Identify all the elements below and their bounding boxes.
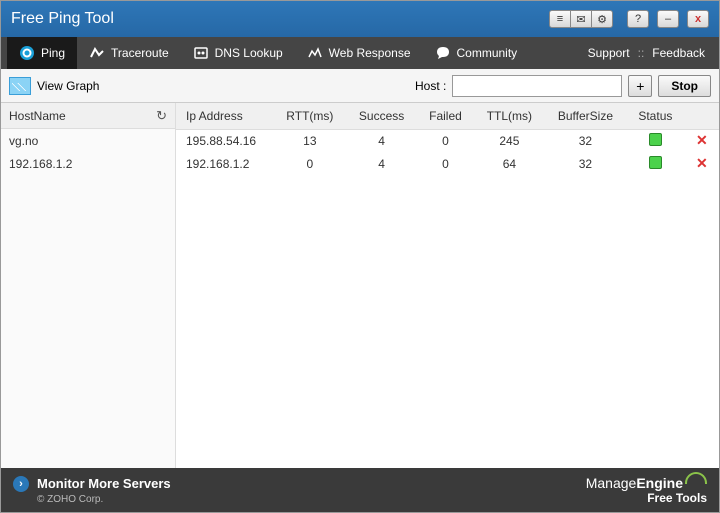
cell-buffer: 32 [545, 152, 626, 175]
help-button[interactable]: ? [627, 10, 649, 28]
graph-icon [9, 77, 31, 95]
toolbar: View Graph Host : + Stop [1, 69, 719, 103]
col-success[interactable]: Success [346, 103, 417, 129]
hostname-header: HostName [9, 109, 66, 123]
menu-label: Community [457, 46, 518, 60]
cell-ttl: 245 [474, 129, 545, 152]
app-title: Free Ping Tool [11, 10, 549, 28]
separator: :: [638, 46, 645, 60]
arrow-right-icon: › [13, 476, 29, 492]
results-table: Ip Address RTT(ms) Success Failed TTL(ms… [176, 103, 719, 175]
host-row[interactable]: 192.168.1.2 [1, 152, 175, 175]
menubar: Ping Traceroute DNS Lookup Web Response … [1, 37, 719, 69]
menu-label: Traceroute [111, 46, 169, 60]
cell-failed: 0 [417, 152, 474, 175]
table-row[interactable]: 195.88.54.16 13 4 0 245 32 ✕ [176, 129, 719, 152]
footer: › Monitor More Servers © ZOHO Corp. Mana… [1, 468, 719, 512]
col-buffer[interactable]: BufferSize [545, 103, 626, 129]
mail-button[interactable]: ✉ [570, 10, 592, 28]
brand: ManageEngine Free Tools [586, 475, 707, 505]
feedback-link[interactable]: Feedback [644, 46, 713, 60]
menu-ping[interactable]: Ping [7, 37, 77, 69]
col-delete [685, 103, 719, 129]
refresh-icon[interactable]: ↻ [156, 108, 167, 124]
menu-traceroute[interactable]: Traceroute [77, 37, 181, 69]
view-graph-button[interactable]: View Graph [9, 77, 99, 95]
host-list-panel: HostName ↻ vg.no 192.168.1.2 [1, 103, 176, 468]
cell-status [626, 152, 685, 175]
window-controls: ? – x [623, 10, 709, 28]
menu-label: DNS Lookup [215, 46, 283, 60]
cell-failed: 0 [417, 129, 474, 152]
copyright: © ZOHO Corp. [37, 494, 171, 505]
cell-ttl: 64 [474, 152, 545, 175]
add-host-button[interactable]: + [628, 75, 652, 97]
results-panel: Ip Address RTT(ms) Success Failed TTL(ms… [176, 103, 719, 468]
menu-label: Web Response [329, 46, 411, 60]
col-ip[interactable]: Ip Address [176, 103, 274, 129]
brand-line1: ManageEngine [586, 475, 707, 491]
dns-icon [193, 45, 209, 61]
host-list-header: HostName ↻ [1, 103, 175, 129]
table-row[interactable]: 192.168.1.2 0 4 0 64 32 ✕ [176, 152, 719, 175]
target-icon [19, 45, 35, 61]
arc-icon [685, 472, 707, 484]
minimize-button[interactable]: – [657, 10, 679, 28]
brand-line2: Free Tools [586, 491, 707, 505]
list-button[interactable]: ≡ [549, 10, 571, 28]
host-row[interactable]: vg.no [1, 129, 175, 152]
delete-row-button[interactable]: ✕ [696, 132, 708, 148]
host-label: Host : [415, 79, 446, 93]
menu-label: Ping [41, 46, 65, 60]
delete-row-button[interactable]: ✕ [696, 155, 708, 171]
cell-success: 4 [346, 129, 417, 152]
cell-status [626, 129, 685, 152]
menu-community[interactable]: Community [423, 37, 530, 69]
col-status[interactable]: Status [626, 103, 685, 129]
status-ok-icon [649, 156, 662, 169]
settings-button[interactable]: ⚙ [591, 10, 613, 28]
footer-left: › Monitor More Servers © ZOHO Corp. [13, 476, 171, 505]
cell-buffer: 32 [545, 129, 626, 152]
content-area: HostName ↻ vg.no 192.168.1.2 Ip Address … [1, 103, 719, 468]
menu-dns[interactable]: DNS Lookup [181, 37, 295, 69]
community-icon [435, 45, 451, 61]
cell-ip: 192.168.1.2 [176, 152, 274, 175]
col-ttl[interactable]: TTL(ms) [474, 103, 545, 129]
menu-web[interactable]: Web Response [295, 37, 423, 69]
host-input[interactable] [452, 75, 622, 97]
cell-success: 4 [346, 152, 417, 175]
cell-rtt: 0 [274, 152, 347, 175]
col-failed[interactable]: Failed [417, 103, 474, 129]
support-link[interactable]: Support [580, 46, 638, 60]
monitor-link[interactable]: › Monitor More Servers [13, 476, 171, 492]
web-icon [307, 45, 323, 61]
titlebar-tool-group: ≡ ✉ ⚙ [549, 10, 613, 28]
cell-rtt: 13 [274, 129, 347, 152]
close-button[interactable]: x [687, 10, 709, 28]
stop-button[interactable]: Stop [658, 75, 711, 97]
view-graph-label: View Graph [37, 79, 99, 93]
status-ok-icon [649, 133, 662, 146]
titlebar: Free Ping Tool ≡ ✉ ⚙ ? – x [1, 1, 719, 37]
col-rtt[interactable]: RTT(ms) [274, 103, 347, 129]
cell-ip: 195.88.54.16 [176, 129, 274, 152]
traceroute-icon [89, 45, 105, 61]
